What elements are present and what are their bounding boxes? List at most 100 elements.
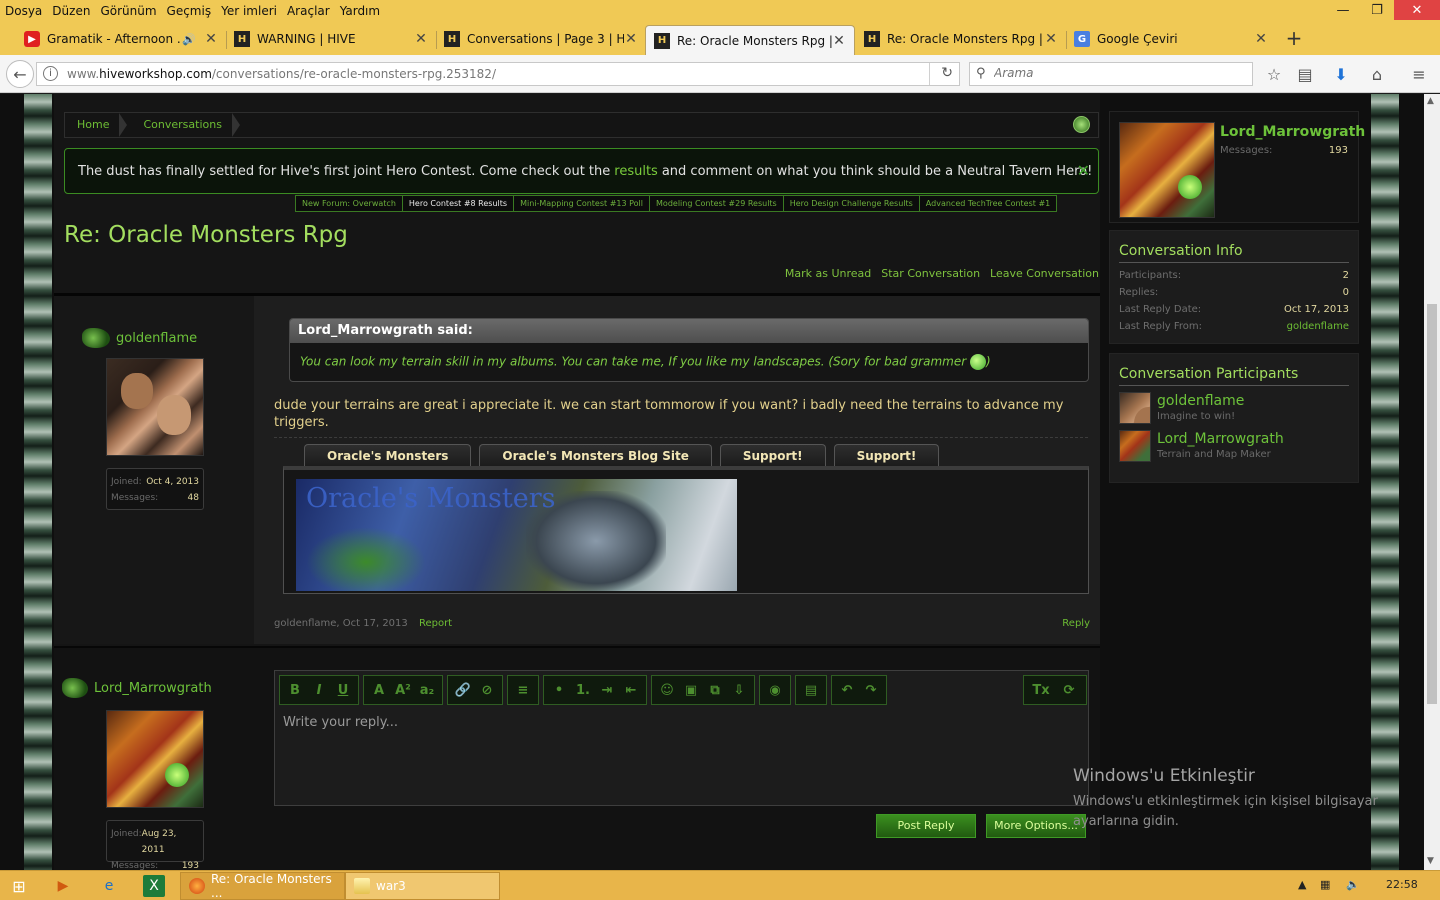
mark-unread-link[interactable]: Mark as Unread [785,267,871,280]
subnav-hero-design[interactable]: Hero Design Challenge Results [784,196,920,211]
globe-icon[interactable] [1073,116,1090,133]
avatar[interactable] [1119,122,1215,218]
tab-oracle-monsters-2[interactable]: H Re: Oracle Monsters Rpg | ... ✕ [856,25,1066,53]
toolbar-button[interactable]: ⇥ [596,679,618,701]
menu-araclar[interactable]: Araçlar [282,4,335,18]
report-link[interactable]: Report [419,618,452,629]
subnav-modeling[interactable]: Modeling Contest #29 Results [650,196,784,211]
quote-author[interactable]: Lord_Marrowgrath said: [290,319,1088,343]
menu-yardim[interactable]: Yardım [335,4,385,18]
toolbar-button[interactable]: 🔗 [452,679,474,701]
reply-link[interactable]: Reply [1062,618,1090,629]
menu-duzen[interactable]: Düzen [47,4,95,18]
address-bar[interactable]: i www.hiveworkshop.com/conversations/re-… [36,62,960,86]
page-scrollbar[interactable]: ▲ ▼ [1424,94,1440,870]
volume-icon[interactable]: 🔈 [1346,878,1360,891]
subnav-hero-contest[interactable]: Hero Contest #8 Results [403,196,515,211]
toolbar-button[interactable]: ⇤ [620,679,642,701]
notice-results-link[interactable]: results [614,164,658,179]
home-icon[interactable]: ⌂ [1367,65,1387,85]
toolbar-button[interactable]: ◉ [764,679,786,701]
menu-gorunum[interactable]: Görünüm [95,4,161,18]
tab-close-icon[interactable]: ✕ [1044,31,1058,47]
speaker-icon[interactable]: 🔊 [182,33,196,46]
media-player-icon[interactable]: ▶ [52,875,74,897]
toolbar-button[interactable]: ⧉ [704,679,726,701]
tab-oracles-monsters[interactable]: Oracle's Monsters [304,444,472,468]
excel-icon[interactable]: X [143,875,165,897]
subnav-techtree[interactable]: Advanced TechTree Contest #1 [920,196,1056,211]
toolbar-button[interactable]: ↷ [860,679,882,701]
toolbar-button[interactable]: ▤ [800,679,822,701]
search-box[interactable]: ⚲ [969,62,1253,86]
hamburger-menu-icon[interactable]: ≡ [1409,65,1429,85]
clock[interactable]: 22:58 [1386,878,1418,891]
toggle-source-button[interactable]: ⟳ [1056,679,1082,701]
toolbar-button[interactable]: ▣ [680,679,702,701]
leave-conversation-link[interactable]: Leave Conversation [990,267,1099,280]
participant-name[interactable]: goldenflame [1157,393,1244,410]
message-author[interactable]: goldenflame [116,331,197,346]
maximize-button[interactable]: ❐ [1360,0,1394,20]
visitor-name[interactable]: Lord_Marrowgrath [1220,124,1365,140]
back-arrow-icon[interactable]: ← [6,60,34,88]
reply-user-name[interactable]: Lord_Marrowgrath [94,681,212,696]
toolbar-button[interactable]: a₂ [416,679,438,701]
tray-expand-icon[interactable]: ▲ [1298,878,1306,891]
internet-explorer-icon[interactable]: e [98,875,120,897]
tab-close-icon[interactable]: ✕ [1254,31,1268,47]
last-reply-from-link[interactable]: goldenflame [1287,318,1349,335]
toolbar-button[interactable]: ☺ [656,679,678,701]
toolbar-button[interactable]: 1. [572,679,594,701]
info-icon[interactable]: i [43,66,58,81]
avatar[interactable] [106,358,204,456]
toolbar-button[interactable]: • [548,679,570,701]
toolbar-button[interactable]: B [284,679,306,701]
bookmark-star-icon[interactable]: ☆ [1264,65,1284,85]
toolbar-button[interactable]: A [368,679,390,701]
tab-close-icon[interactable]: ✕ [204,31,218,47]
tab-support-1[interactable]: Support! [719,444,826,468]
minimize-button[interactable]: — [1326,0,1360,20]
tab-gramatik[interactable]: ▶ Gramatik - Afternoon ... 🔊 ✕ [16,25,226,53]
taskbar-war3[interactable]: war3 [345,872,500,900]
network-icon[interactable]: ▦ [1320,878,1330,891]
breadcrumb-conversations[interactable]: Conversations [131,113,243,137]
tab-close-icon[interactable]: ✕ [832,33,846,49]
download-icon[interactable]: ⬇ [1331,65,1351,85]
toolbar-button[interactable]: ≡ [512,679,534,701]
visitor-message-count[interactable]: 193 [1329,145,1348,156]
tab-close-icon[interactable]: ✕ [624,31,638,47]
post-reply-button[interactable]: Post Reply [876,814,976,838]
reply-textarea[interactable]: Write your reply... [283,715,398,730]
toolbar-button[interactable]: ⇩ [728,679,750,701]
footer-date[interactable]: Oct 17, 2013 [343,618,408,629]
toolbar-button[interactable]: A² [392,679,414,701]
tab-conversations-page3[interactable]: H Conversations | Page 3 | H... ✕ [436,25,646,53]
windows-start-icon[interactable]: ⊞ [8,875,30,897]
tab-google-ceviri[interactable]: G Google Çeviri ✕ [1066,25,1276,53]
close-icon[interactable]: ✕ [1077,161,1090,180]
more-options-button[interactable]: More Options... [986,814,1086,838]
avatar[interactable] [106,710,204,808]
toolbar-button[interactable]: U [332,679,354,701]
footer-author[interactable]: goldenflame [274,618,336,629]
avatar[interactable] [1119,392,1151,424]
tab-support-2[interactable]: Support! [833,444,940,468]
avatar[interactable] [1119,430,1151,462]
menu-gecmis[interactable]: Geçmiş [162,4,217,18]
participant-name[interactable]: Lord_Marrowgrath [1157,431,1284,448]
new-tab-button[interactable]: + [1283,26,1305,50]
subnav-mini-mapping[interactable]: Mini-Mapping Contest #13 Poll [514,196,651,211]
tab-blog-site[interactable]: Oracle's Monsters Blog Site [479,444,712,468]
search-input[interactable] [994,66,1244,80]
close-window-button[interactable]: ✕ [1394,0,1440,20]
star-conversation-link[interactable]: Star Conversation [881,267,980,280]
toolbar-button[interactable]: I [308,679,330,701]
tab-close-icon[interactable]: ✕ [414,31,428,47]
reading-list-icon[interactable]: ▤ [1295,65,1315,85]
tab-warning-hive[interactable]: H WARNING | HIVE ✕ [226,25,436,53]
subnav-overwatch[interactable]: New Forum: Overwatch [296,196,403,211]
reload-icon[interactable]: ↻ [941,65,953,81]
taskbar-firefox[interactable]: Re: Oracle Monsters ... [180,872,345,900]
